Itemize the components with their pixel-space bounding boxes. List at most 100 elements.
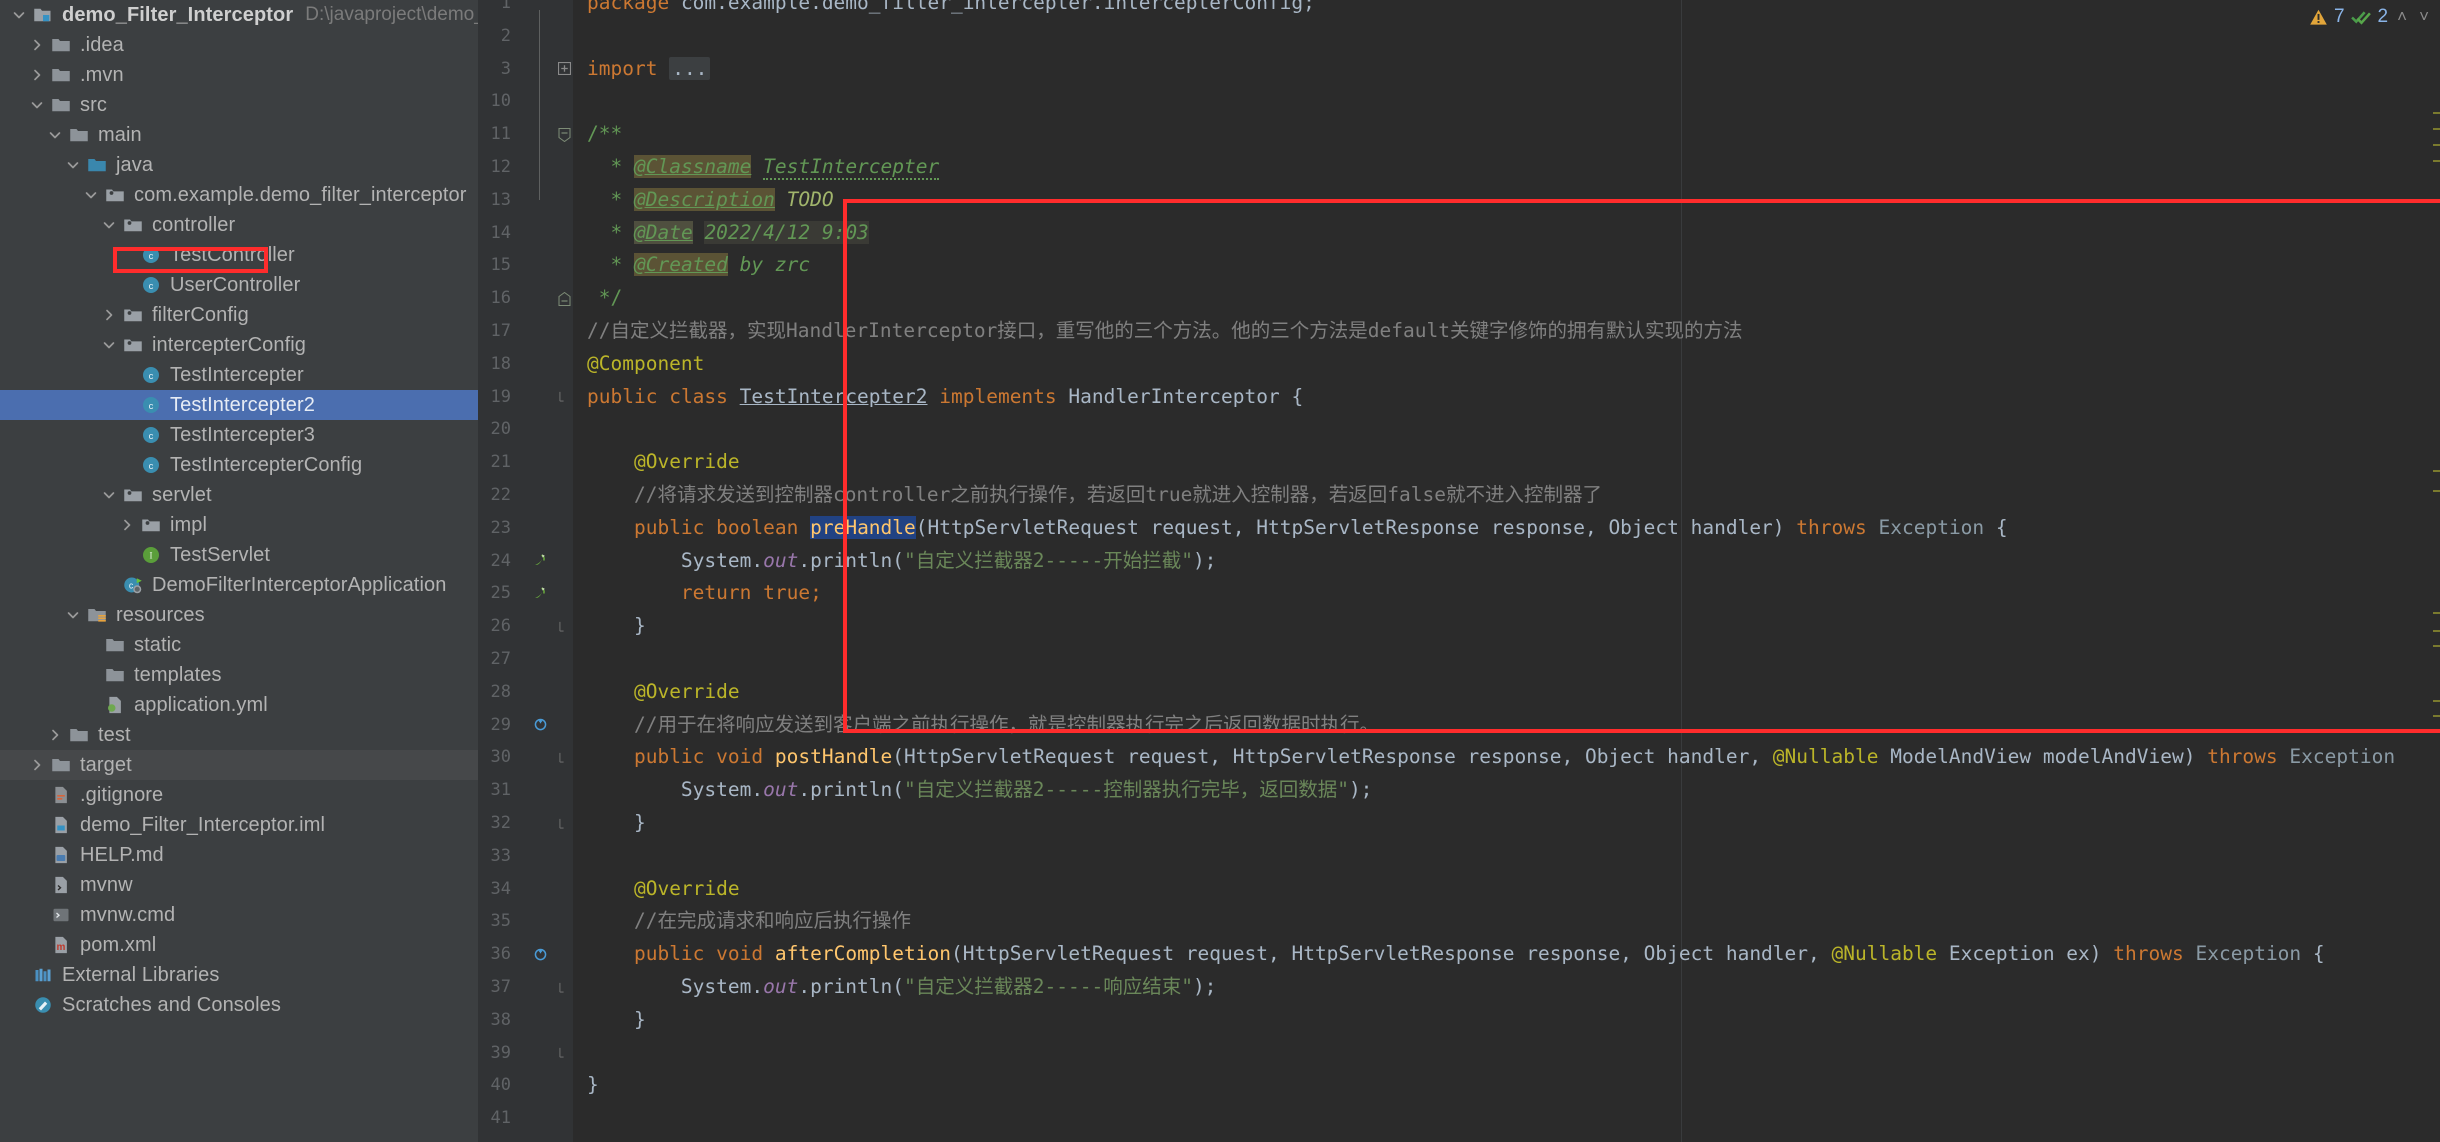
error-stripe-mark[interactable] — [2433, 630, 2440, 632]
code-editor[interactable]: 1 2 3 10 11 12 13 14 15 16 17 18 19 20 21 22 23 24 25 26 27 2… — [478, 0, 2440, 1142]
chevron-down-icon[interactable] — [98, 330, 120, 360]
error-stripe-mark[interactable] — [2433, 112, 2440, 114]
chevron-down-icon[interactable] — [98, 480, 120, 510]
inspection-widget[interactable]: 7 2 ˄ ˅ — [2309, 4, 2432, 30]
code-line[interactable]: System.out.println("自定义拦截器2-----响应结束"); — [573, 971, 1217, 1004]
code-line[interactable]: public void postHandle(HttpServletReques… — [573, 741, 2395, 774]
tree-item-application-yml[interactable]: application.yml — [0, 690, 478, 720]
code-fold-marker[interactable] — [556, 807, 572, 840]
tree-item-scratches-and-consoles[interactable]: Scratches and Consoles — [0, 990, 478, 1020]
code-line[interactable]: //将请求发送到控制器controller之前执行操作，若返回true就进入控制… — [573, 479, 1602, 512]
chevron-right-icon[interactable] — [44, 720, 66, 750]
code-line[interactable]: /** — [573, 118, 622, 151]
tree-item-usercontroller[interactable]: c UserController — [0, 270, 478, 300]
chevron-down-icon[interactable] — [44, 120, 66, 150]
chevron-down-icon[interactable] — [98, 210, 120, 240]
tree-item-help-md[interactable]: HELP.md — [0, 840, 478, 870]
chevron-up-icon[interactable]: ˄ — [2394, 7, 2410, 27]
code-line[interactable]: * @Description TODO — [573, 184, 834, 217]
code-line[interactable]: public void afterCompletion(HttpServletR… — [573, 938, 2325, 971]
code-line[interactable]: return true; — [573, 577, 822, 610]
code-line[interactable]: */ — [573, 282, 622, 315]
error-stripe-mark[interactable] — [2433, 144, 2440, 146]
tree-item-mvnw[interactable]: mvnw — [0, 870, 478, 900]
tree-item-filterconfig[interactable]: filterConfig — [0, 300, 478, 330]
tree-item-demofilterinterceptorapplication[interactable]: c DemoFilterInterceptorApplication — [0, 570, 478, 600]
code-line[interactable]: * @Date 2022/4/12 9:03 — [573, 217, 869, 250]
tree-item-mvnw-cmd[interactable]: mvnw.cmd — [0, 900, 478, 930]
tree-item-external-libraries[interactable]: External Libraries — [0, 960, 478, 990]
tree-item-com-example-demo-filter-interceptor[interactable]: com.example.demo_filter_interceptor — [0, 180, 478, 210]
tree-item-testintercepter3[interactable]: c TestIntercepter3 — [0, 420, 478, 450]
code-fold-marker[interactable] — [556, 971, 572, 1004]
code-line[interactable]: import ... — [573, 53, 711, 86]
chevron-right-icon[interactable] — [116, 510, 138, 540]
error-stripe-mark[interactable] — [2433, 700, 2440, 702]
tree-item-testcontroller[interactable]: c TestController — [0, 240, 478, 270]
tree-item-testintercepter2[interactable]: c TestIntercepter2 — [0, 390, 478, 420]
chevron-right-icon[interactable] — [26, 750, 48, 780]
code-line[interactable]: //在完成请求和响应后执行操作 — [573, 905, 911, 938]
code-line[interactable]: @Override — [573, 676, 740, 709]
error-stripe-mark[interactable] — [2433, 645, 2440, 647]
project-tree[interactable]: demo_Filter_Interceptor D:\javaproject\de… — [0, 0, 478, 1020]
chevron-down-icon[interactable] — [8, 0, 30, 30]
chevron-down-icon[interactable] — [62, 600, 84, 630]
code-content[interactable]: package com.example.demo_filter_intercep… — [573, 0, 2440, 1142]
tree-item-target[interactable]: target — [0, 750, 478, 780]
error-stripe-mark[interactable] — [2433, 128, 2440, 130]
error-stripe-mark[interactable] — [2433, 160, 2440, 162]
chevron-right-icon[interactable] — [26, 30, 48, 60]
code-line[interactable]: //用于在将响应发送到客户端之前执行操作，就是控制器执行完之后返回数据时执行。 — [573, 709, 1379, 742]
code-fold-marker[interactable] — [556, 282, 572, 315]
code-line[interactable]: System.out.println("自定义拦截器2-----控制器执行完毕，… — [573, 774, 1373, 807]
tree-item-testintercepterconfig[interactable]: c TestIntercepterConfig — [0, 450, 478, 480]
tree-item-java[interactable]: java — [0, 150, 478, 180]
tree-item-demo-filter-interceptor[interactable]: demo_Filter_Interceptor D:\javaproject\de… — [0, 0, 478, 30]
chevron-right-icon[interactable] — [26, 60, 48, 90]
tree-item-servlet[interactable]: servlet — [0, 480, 478, 510]
code-fold-marker[interactable] — [556, 1037, 572, 1070]
code-line[interactable]: } — [573, 610, 646, 643]
code-line[interactable]: public boolean preHandle(HttpServletRequ… — [573, 512, 2008, 545]
spring-bean-gutter-icon[interactable] — [530, 577, 550, 610]
code-fold-marker[interactable] — [556, 381, 572, 414]
tree-item-test[interactable]: test — [0, 720, 478, 750]
tree-item-intercepterconfig[interactable]: intercepterConfig — [0, 330, 478, 360]
code-line[interactable]: } — [573, 1069, 599, 1102]
override-method-gutter-icon[interactable] — [530, 938, 550, 971]
error-stripe-mark[interactable] — [2433, 715, 2440, 717]
code-fold-marker[interactable] — [556, 53, 572, 86]
override-method-gutter-icon[interactable] — [530, 1135, 550, 1142]
tree-item-testintercepter[interactable]: c TestIntercepter — [0, 360, 478, 390]
code-line[interactable]: @Override — [573, 873, 740, 906]
code-fold-marker[interactable] — [556, 741, 572, 774]
code-line[interactable]: System.out.println("自定义拦截器2-----开始拦截"); — [573, 545, 1217, 578]
error-stripe-mark[interactable] — [2433, 470, 2440, 472]
tree-item--mvn[interactable]: .mvn — [0, 60, 478, 90]
tree-item-demo-filter-interceptor-iml[interactable]: demo_Filter_Interceptor.iml — [0, 810, 478, 840]
error-stripe[interactable] — [2424, 0, 2440, 1142]
chevron-down-icon[interactable]: ˅ — [2416, 7, 2432, 27]
code-line[interactable]: @Component — [573, 348, 704, 381]
code-line[interactable]: * @Created by zrc — [573, 249, 810, 282]
chevron-down-icon[interactable] — [26, 90, 48, 120]
tree-item-main[interactable]: main — [0, 120, 478, 150]
editor-gutter[interactable]: 1 2 3 10 11 12 13 14 15 16 17 18 19 20 21 22 23 24 25 26 27 2… — [478, 0, 573, 1142]
project-tool-window[interactable]: demo_Filter_Interceptor D:\javaproject\de… — [0, 0, 478, 1142]
tree-item--gitignore[interactable]: .gitignore — [0, 780, 478, 810]
override-method-gutter-icon[interactable] — [530, 709, 550, 742]
code-fold-marker[interactable] — [556, 118, 572, 151]
chevron-down-icon[interactable] — [80, 180, 102, 210]
tree-item--idea[interactable]: .idea — [0, 30, 478, 60]
tree-item-pom-xml[interactable]: m pom.xml — [0, 930, 478, 960]
tree-item-resources[interactable]: resources — [0, 600, 478, 630]
chevron-down-icon[interactable] — [62, 150, 84, 180]
tree-item-controller[interactable]: controller — [0, 210, 478, 240]
tree-item-testservlet[interactable]: I TestServlet — [0, 540, 478, 570]
code-line[interactable]: package com.example.demo_filter_intercep… — [573, 0, 1315, 20]
tree-item-templates[interactable]: templates — [0, 660, 478, 690]
code-fold-marker[interactable] — [556, 610, 572, 643]
tree-item-src[interactable]: src — [0, 90, 478, 120]
error-stripe-mark[interactable] — [2433, 612, 2440, 614]
